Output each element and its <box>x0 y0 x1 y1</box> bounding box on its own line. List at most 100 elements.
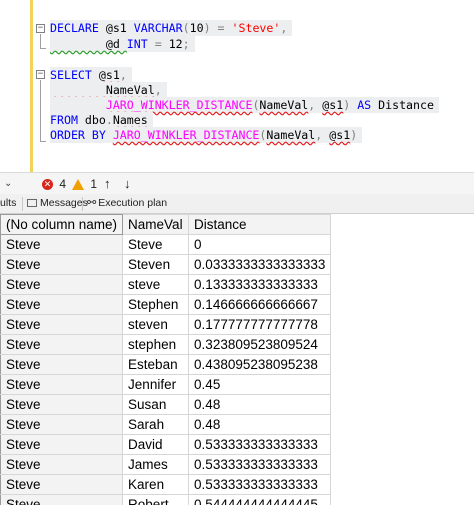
table-row[interactable]: Steve steven 0.177777777777778 <box>0 314 332 335</box>
table-cell[interactable]: Sarah <box>122 414 190 435</box>
warning-icon <box>72 179 84 191</box>
table-cell[interactable]: 0.133333333333333 <box>188 274 332 295</box>
table-row[interactable]: Steve Stephen 0.146666666666667 <box>0 294 332 315</box>
table-cell[interactable]: stephen <box>122 334 190 355</box>
table-cell[interactable]: Steve <box>122 234 190 255</box>
column-header[interactable]: (No column name) <box>0 214 124 235</box>
table-row[interactable]: Steve Robert 0.544444444444445 <box>0 494 332 505</box>
table-row[interactable]: Steve Steven 0.0333333333333333 <box>0 254 332 275</box>
table-cell[interactable]: steven <box>122 314 190 335</box>
table-cell[interactable]: 0.0333333333333333 <box>188 254 332 275</box>
table-cell[interactable]: 0.438095238095238 <box>188 354 332 375</box>
chevron-down-icon[interactable]: ⌄ <box>4 176 12 192</box>
table-cell[interactable]: 0.45 <box>188 374 332 395</box>
fold-guide <box>40 48 46 49</box>
code-token: @s1 <box>105 21 134 35</box>
table-cell[interactable]: Steven <box>122 254 190 275</box>
code-token: , <box>154 83 162 97</box>
column-header[interactable]: NameVal <box>122 214 190 235</box>
table-row[interactable]: Steve Esteban 0.438095238095238 <box>0 354 332 375</box>
table-cell[interactable]: steve <box>122 274 190 295</box>
error-count-label: 4 <box>59 177 67 191</box>
table-cell[interactable]: 0.533333333333333 <box>188 454 332 475</box>
execution-plan-icon: ⚯ <box>87 197 97 209</box>
code-token: , <box>119 68 127 82</box>
tab-results[interactable]: ults <box>0 194 20 213</box>
table-row[interactable]: Steve Karen 0.533333333333333 <box>0 474 332 495</box>
code-line[interactable]: FROM dbo.Names <box>50 112 153 128</box>
table-cell[interactable]: Steve <box>0 334 124 355</box>
arrow-up-icon[interactable]: ↑ <box>104 176 111 192</box>
code-line[interactable]: SELECT @s1, <box>50 67 132 83</box>
table-cell[interactable]: David <box>122 434 190 455</box>
table-cell[interactable]: Steve <box>0 374 124 395</box>
fold-guide <box>40 141 46 142</box>
table-cell[interactable]: Steve <box>0 274 124 295</box>
table-cell[interactable]: 0.323809523809524 <box>188 334 332 355</box>
code-token: ) <box>350 128 358 142</box>
table-cell[interactable]: 0.533333333333333 <box>188 434 332 455</box>
code-token: FROM <box>50 113 85 127</box>
collapse-toggle-icon[interactable]: − <box>36 70 45 79</box>
code-token: = <box>147 37 169 51</box>
query-editor[interactable]: − − DECLARE @s1 VARCHAR(10) = 'Steve', @… <box>0 0 474 172</box>
table-cell[interactable]: 0.533333333333333 <box>188 474 332 495</box>
table-cell[interactable]: 0.177777777777778 <box>188 314 332 335</box>
code-token: , <box>308 98 323 112</box>
table-row[interactable]: Steve David 0.533333333333333 <box>0 434 332 455</box>
table-cell[interactable]: 0.146666666666667 <box>188 294 332 315</box>
table-row[interactable]: Steve steve 0.133333333333333 <box>0 274 332 295</box>
table-row[interactable]: Steve Jennifer 0.45 <box>0 374 332 395</box>
table-cell[interactable]: 0 <box>188 234 332 255</box>
table-cell[interactable]: Steve <box>0 454 124 475</box>
table-cell[interactable]: 0.48 <box>188 414 332 435</box>
table-cell[interactable]: Susan <box>122 394 190 415</box>
code-line[interactable]: NameVal, <box>50 82 167 98</box>
table-row[interactable]: Steve Sarah 0.48 <box>0 414 332 435</box>
column-header[interactable]: Distance <box>188 214 332 235</box>
code-token: NameVal <box>266 128 316 142</box>
results-table: (No column name) NameVal Distance Steve S… <box>0 214 332 505</box>
table-cell[interactable]: Jennifer <box>122 374 190 395</box>
table-cell[interactable]: Steve <box>0 494 124 505</box>
fold-guide <box>40 34 41 48</box>
code-token: DECLARE <box>50 21 106 35</box>
table-cell[interactable]: 0.48 <box>188 394 332 415</box>
table-cell[interactable]: Steve <box>0 414 124 435</box>
warning-count-label: 1 <box>90 177 98 191</box>
table-row[interactable]: Steve Susan 0.48 <box>0 394 332 415</box>
collapse-toggle-icon[interactable]: − <box>36 24 45 33</box>
code-line[interactable]: ORDER BY JARO_WINKLER_DISTANCE(NameVal, … <box>50 127 363 143</box>
arrow-down-icon[interactable]: ↓ <box>124 176 131 192</box>
table-cell[interactable]: Steve <box>0 394 124 415</box>
warning-count[interactable]: 1 <box>72 176 97 192</box>
table-cell[interactable]: Steve <box>0 474 124 495</box>
error-count[interactable]: ✕ 4 <box>42 176 66 192</box>
tab-execution-plan[interactable]: ⚯ Execution plan <box>83 194 171 213</box>
table-row[interactable]: Steve Steve 0 <box>0 234 332 255</box>
table-row[interactable]: Steve stephen 0.323809523809524 <box>0 334 332 355</box>
table-cell[interactable]: Steve <box>0 434 124 455</box>
code-token: INT <box>126 37 148 51</box>
code-token: @s1 <box>98 68 120 82</box>
table-cell[interactable]: Esteban <box>122 354 190 375</box>
table-cell[interactable]: Steve <box>0 294 124 315</box>
table-cell[interactable]: Steve <box>0 314 124 335</box>
table-cell[interactable]: Stephen <box>122 294 190 315</box>
table-cell[interactable]: Steve <box>0 234 124 255</box>
table-cell[interactable]: Steve <box>0 254 124 275</box>
code-token: @s1 <box>329 128 351 142</box>
code-token: VARCHAR <box>133 21 183 35</box>
table-cell[interactable]: Steve <box>0 354 124 375</box>
code-token: ; <box>182 37 190 51</box>
table-cell[interactable]: 0.544444444444445 <box>188 494 332 505</box>
table-cell[interactable]: Karen <box>122 474 190 495</box>
results-grid[interactable]: (No column name) NameVal Distance Steve S… <box>0 214 474 505</box>
code-token: ) = <box>203 21 232 35</box>
table-cell[interactable]: James <box>122 454 190 475</box>
code-line[interactable]: DECLARE @s1 VARCHAR(10) = 'Steve', <box>50 20 293 36</box>
table-cell[interactable]: Robert <box>122 494 190 505</box>
code-line[interactable]: JARO_WINKLER_DISTANCE(NameVal, @s1) AS D… <box>50 97 439 113</box>
code-line[interactable]: @d INT = 12; <box>50 36 195 52</box>
table-row[interactable]: Steve James 0.533333333333333 <box>0 454 332 475</box>
